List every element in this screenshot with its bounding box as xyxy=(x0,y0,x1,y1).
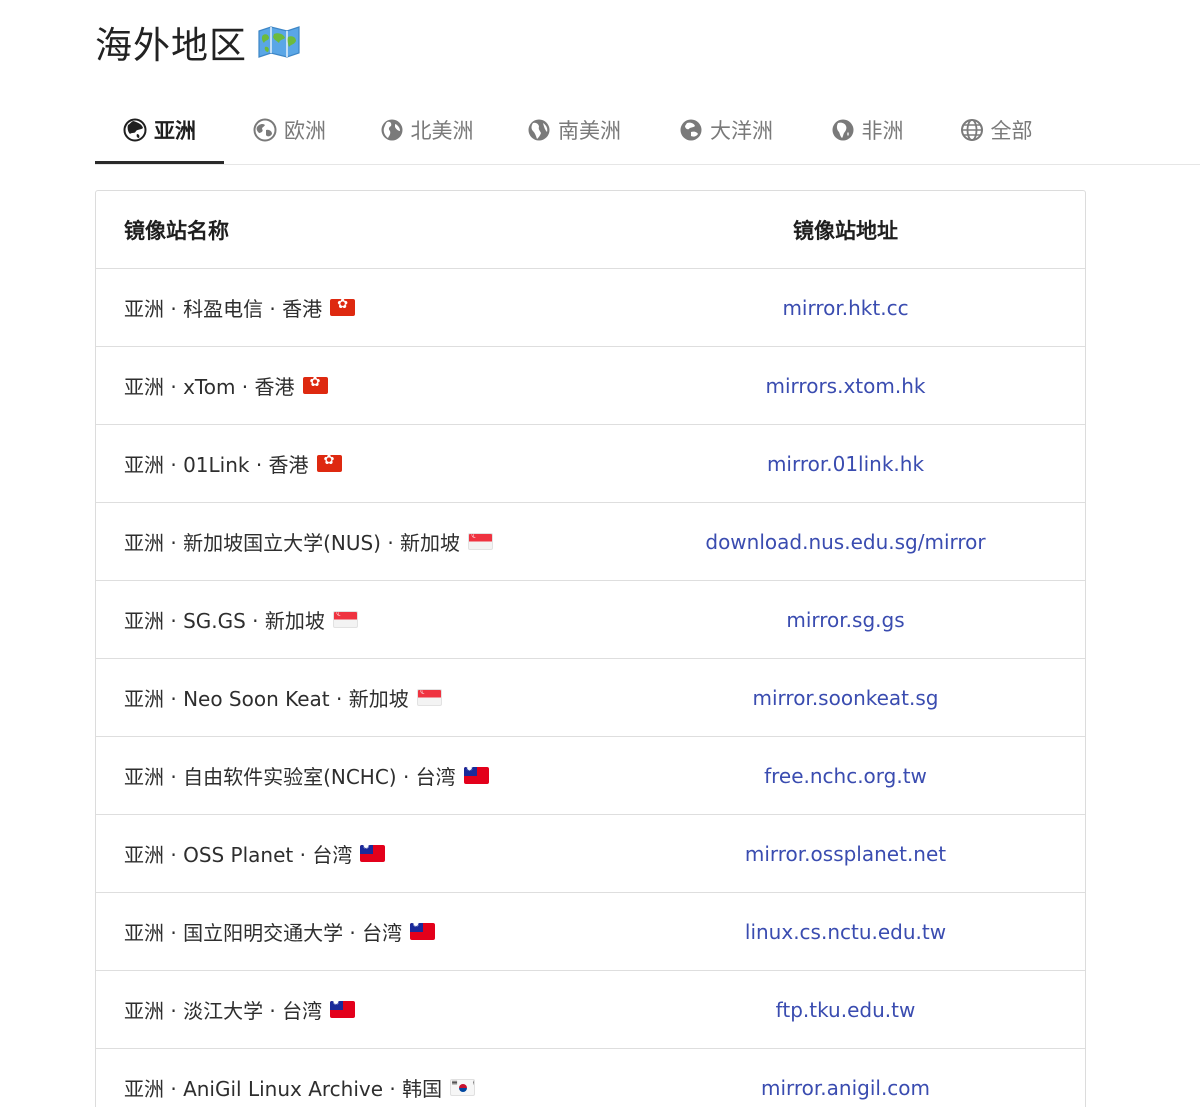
page-title: 海外地区 xyxy=(95,24,247,67)
mirror-link[interactable]: free.nchc.org.tw xyxy=(656,764,1085,788)
world-map-icon xyxy=(258,26,300,58)
korea-flag-icon xyxy=(450,1079,476,1096)
singapore-flag-icon xyxy=(416,689,442,706)
mirror-name-text: 亚洲 · 新加坡国立大学(NUS) · 新加坡 xyxy=(124,531,461,555)
singapore-flag-icon xyxy=(468,533,494,550)
tab-north-america[interactable]: 北美洲 xyxy=(355,98,498,162)
tab-label: 大洋洲 xyxy=(710,119,773,143)
mirror-name: 亚洲 · 国立阳明交通大学 · 台湾 xyxy=(96,917,656,946)
mirror-name: 亚洲 · 科盈电信 · 香港 xyxy=(96,293,656,322)
mirror-name: 亚洲 · 01Link · 香港 xyxy=(96,449,656,478)
tab-africa[interactable]: 非洲 xyxy=(802,98,932,162)
mirror-link[interactable]: mirror.anigil.com xyxy=(656,1076,1085,1100)
tab-label: 北美洲 xyxy=(410,119,474,143)
globe-asia-icon xyxy=(123,118,147,142)
mirror-link[interactable]: ftp.tku.edu.tw xyxy=(656,998,1085,1022)
region-tabs: 亚洲 欧洲 北美洲 南美洲 大洋洲 非洲 全部 xyxy=(95,98,1200,165)
column-header-url: 镜像站地址 xyxy=(793,218,898,243)
table-header: 镜像站名称 镜像站地址 xyxy=(96,191,1085,269)
tab-label: 非洲 xyxy=(861,119,904,143)
mirror-name-text: 亚洲 · AniGil Linux Archive · 韩国 xyxy=(124,1077,443,1101)
table-row: 亚洲 · SG.GS · 新加坡 mirror.sg.gs xyxy=(96,581,1085,659)
mirror-link[interactable]: linux.cs.nctu.edu.tw xyxy=(656,920,1085,944)
taiwan-flag-icon xyxy=(463,767,489,784)
column-header-name: 镜像站名称 xyxy=(124,218,229,243)
table-row: 亚洲 · AniGil Linux Archive · 韩国 mirror.an… xyxy=(96,1049,1085,1107)
globe-grid-icon xyxy=(960,119,983,141)
tab-label: 亚洲 xyxy=(154,119,196,143)
globe-americas-icon xyxy=(528,119,550,141)
mirror-name-text: 亚洲 · SG.GS · 新加坡 xyxy=(124,609,325,633)
mirror-link[interactable]: mirror.ossplanet.net xyxy=(656,842,1085,866)
tab-label: 南美洲 xyxy=(558,119,621,143)
mirror-name-text: 亚洲 · 自由软件实验室(NCHC) · 台湾 xyxy=(124,765,456,789)
table-row: 亚洲 · OSS Planet · 台湾 mirror.ossplanet.ne… xyxy=(96,815,1085,893)
mirror-name: 亚洲 · 自由软件实验室(NCHC) · 台湾 xyxy=(96,761,656,790)
globe-africa-icon xyxy=(832,119,853,141)
taiwan-flag-icon xyxy=(410,923,436,940)
mirror-link[interactable]: download.nus.edu.sg/mirror xyxy=(656,530,1085,554)
taiwan-flag-icon xyxy=(330,1001,356,1018)
tab-south-america[interactable]: 南美洲 xyxy=(498,98,650,162)
mirror-name: 亚洲 · OSS Planet · 台湾 xyxy=(96,839,656,868)
mirror-link[interactable]: mirror.sg.gs xyxy=(656,608,1085,632)
singapore-flag-icon xyxy=(332,611,358,628)
mirror-name-text: 亚洲 · xTom · 香港 xyxy=(124,375,295,399)
tab-label: 全部 xyxy=(990,119,1033,143)
page: 海外地区 亚洲 欧洲 北美洲 南美洲 大洋洲 非洲 全部 镜像站名称 镜像站地址… xyxy=(0,0,1200,1107)
title-row: 海外地区 xyxy=(95,18,301,67)
mirror-link[interactable]: mirror.01link.hk xyxy=(656,452,1085,476)
globe-oceania-icon xyxy=(680,119,702,141)
hong-kong-flag-icon xyxy=(316,455,342,472)
mirror-name: 亚洲 · 新加坡国立大学(NUS) · 新加坡 xyxy=(96,527,656,556)
table-row: 亚洲 · 自由软件实验室(NCHC) · 台湾 free.nchc.org.tw xyxy=(96,737,1085,815)
tab-all[interactable]: 全部 xyxy=(932,98,1060,162)
mirror-name: 亚洲 · Neo Soon Keat · 新加坡 xyxy=(96,683,656,712)
mirror-name-text: 亚洲 · 淡江大学 · 台湾 xyxy=(124,999,323,1023)
mirror-name-text: 亚洲 · 01Link · 香港 xyxy=(124,453,309,477)
tab-europe[interactable]: 欧洲 xyxy=(224,98,355,162)
mirror-table: 镜像站名称 镜像站地址 亚洲 · 科盈电信 · 香港 mirror.hkt.cc… xyxy=(95,190,1086,1107)
mirror-link[interactable]: mirror.hkt.cc xyxy=(656,296,1085,320)
mirror-name: 亚洲 · xTom · 香港 xyxy=(96,371,656,400)
mirror-name-text: 亚洲 · OSS Planet · 台湾 xyxy=(124,843,353,867)
mirror-name-text: 亚洲 · 科盈电信 · 香港 xyxy=(124,297,323,321)
tab-oceania[interactable]: 大洋洲 xyxy=(650,98,802,162)
mirror-link[interactable]: mirror.soonkeat.sg xyxy=(656,686,1085,710)
globe-americas-icon xyxy=(381,119,402,141)
mirror-name: 亚洲 · AniGil Linux Archive · 韩国 xyxy=(96,1073,656,1102)
table-row: 亚洲 · 科盈电信 · 香港 mirror.hkt.cc xyxy=(96,269,1085,347)
mirror-name: 亚洲 · 淡江大学 · 台湾 xyxy=(96,995,656,1024)
hong-kong-flag-icon xyxy=(302,377,328,394)
table-row: 亚洲 · 淡江大学 · 台湾 ftp.tku.edu.tw xyxy=(96,971,1085,1049)
table-row: 亚洲 · 01Link · 香港 mirror.01link.hk xyxy=(96,425,1085,503)
globe-europe-icon xyxy=(253,118,277,142)
taiwan-flag-icon xyxy=(360,845,386,862)
tab-label: 欧洲 xyxy=(284,119,326,143)
mirror-name-text: 亚洲 · Neo Soon Keat · 新加坡 xyxy=(124,687,409,711)
table-row: 亚洲 · 国立阳明交通大学 · 台湾 linux.cs.nctu.edu.tw xyxy=(96,893,1085,971)
mirror-link[interactable]: mirrors.xtom.hk xyxy=(656,374,1085,398)
table-row: 亚洲 · xTom · 香港 mirrors.xtom.hk xyxy=(96,347,1085,425)
hong-kong-flag-icon xyxy=(330,299,356,316)
table-row: 亚洲 · 新加坡国立大学(NUS) · 新加坡 download.nus.edu… xyxy=(96,503,1085,581)
mirror-name-text: 亚洲 · 国立阳明交通大学 · 台湾 xyxy=(124,921,403,945)
tab-asia[interactable]: 亚洲 xyxy=(95,98,224,164)
mirror-name: 亚洲 · SG.GS · 新加坡 xyxy=(96,605,656,634)
table-row: 亚洲 · Neo Soon Keat · 新加坡 mirror.soonkeat… xyxy=(96,659,1085,737)
